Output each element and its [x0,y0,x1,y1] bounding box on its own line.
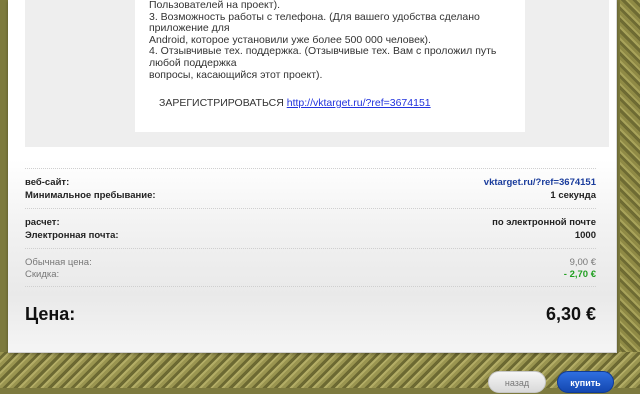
description-box: Пользователей на проект). 3. Возможность… [135,0,525,132]
back-button[interactable]: назад [488,371,546,393]
payment-label: расчет: [25,217,60,228]
min-stay-label: Минимальное пребывание: [25,190,156,201]
register-line: ЗАРЕГИСТРИРОВАТЬСЯ http://vktarget.ru/?r… [159,97,431,109]
divider [25,208,596,210]
description-area: Пользователей на проект). 3. Возможность… [25,0,609,147]
divider [25,286,596,288]
email-label: Электронная почта: [25,230,119,241]
register-text: ЗАРЕГИСТРИРОВАТЬСЯ [159,97,284,109]
total-price-label: Цена: [25,304,76,324]
divider [25,168,596,170]
regular-price-value: 9,00 € [569,257,596,268]
total-price-value: 6,30 € [545,304,596,324]
divider [25,248,596,250]
register-link[interactable]: http://vktarget.ru/?ref=3674151 [287,97,431,109]
regular-price-label: Обычная цена: [25,257,92,268]
min-stay-value: 1 секунда [550,190,596,201]
total-price-row: Цена: 6,30 € [25,304,596,328]
payment-value: по электронной почте [492,217,596,228]
description-line: вопросы, касающийся этот проект). [149,68,323,81]
email-value: 1000 [574,230,596,241]
discount-value: - 2,70 € [563,269,596,280]
website-label: веб-сайт: [25,177,70,188]
buy-button[interactable]: купить [557,371,614,393]
description-line: Пользователей на проект). [149,0,280,11]
background-texture-right [620,0,640,388]
discount-label: Скидка: [25,269,60,280]
description-line: любой поддержка [149,56,237,69]
website-link[interactable]: vktarget.ru/?ref=3674151 [484,177,596,188]
